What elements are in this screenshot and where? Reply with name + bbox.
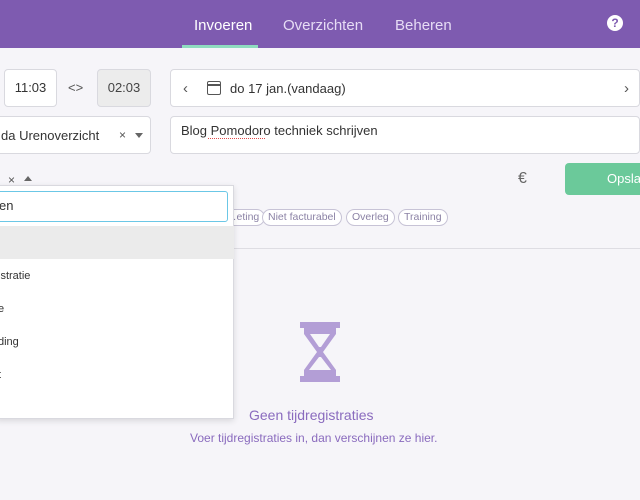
previous-day-icon[interactable]: ‹ xyxy=(183,80,188,97)
tag-search-input[interactable]: en xyxy=(0,191,228,222)
dropdown-item[interactable]: istratie xyxy=(0,270,30,282)
tab-invoeren[interactable]: Invoeren xyxy=(194,17,252,34)
billable-euro-icon[interactable]: € xyxy=(518,170,527,188)
duration-field[interactable]: 02:03 xyxy=(97,69,151,107)
chevron-up-icon[interactable] xyxy=(24,176,32,181)
tab-beheren[interactable]: Beheren xyxy=(395,17,452,34)
help-icon[interactable]: ? xyxy=(607,15,623,31)
dropdown-item[interactable]: ding xyxy=(0,336,19,348)
active-tab-indicator xyxy=(182,45,258,48)
divider xyxy=(233,248,640,249)
swap-time-button[interactable]: <> xyxy=(68,80,83,95)
next-day-icon[interactable]: › xyxy=(624,80,629,97)
hourglass-icon xyxy=(300,322,340,382)
project-select[interactable]: da Urenoverzicht × xyxy=(0,116,151,154)
tag-chip[interactable]: Overleg xyxy=(346,209,395,226)
project-clear-icon[interactable]: × xyxy=(119,128,126,142)
calendar-icon[interactable] xyxy=(207,81,221,95)
top-navigation-bar: Invoeren Overzichten Beheren ? xyxy=(0,0,640,48)
chevron-down-icon[interactable] xyxy=(135,133,143,138)
description-input[interactable]: Blog Pomodoro techniek schrijven xyxy=(170,116,640,154)
dropdown-item[interactable]: e xyxy=(0,303,4,315)
description-value: Blog Pomodoro techniek schrijven xyxy=(181,123,378,138)
start-time-field[interactable]: 11:03 xyxy=(4,69,57,107)
dropdown-item-highlighted[interactable] xyxy=(0,226,234,259)
empty-state-title: Geen tijdregistraties xyxy=(249,407,374,423)
tab-overzichten[interactable]: Overzichten xyxy=(283,17,363,34)
spellcheck-underline xyxy=(208,137,265,139)
date-selector: ‹ do 17 jan.(vandaag) › xyxy=(170,69,640,107)
tag-chip[interactable]: Training xyxy=(398,209,448,226)
empty-state-subtitle: Voer tijdregistraties in, dan verschijne… xyxy=(190,431,438,445)
dropdown-item[interactable]: t xyxy=(0,369,1,381)
project-value: da Urenoverzicht xyxy=(1,128,100,143)
date-label: do 17 jan.(vandaag) xyxy=(230,81,346,96)
tag-chip[interactable]: Niet facturabel xyxy=(262,209,342,226)
save-button[interactable]: Opsla xyxy=(565,163,640,195)
